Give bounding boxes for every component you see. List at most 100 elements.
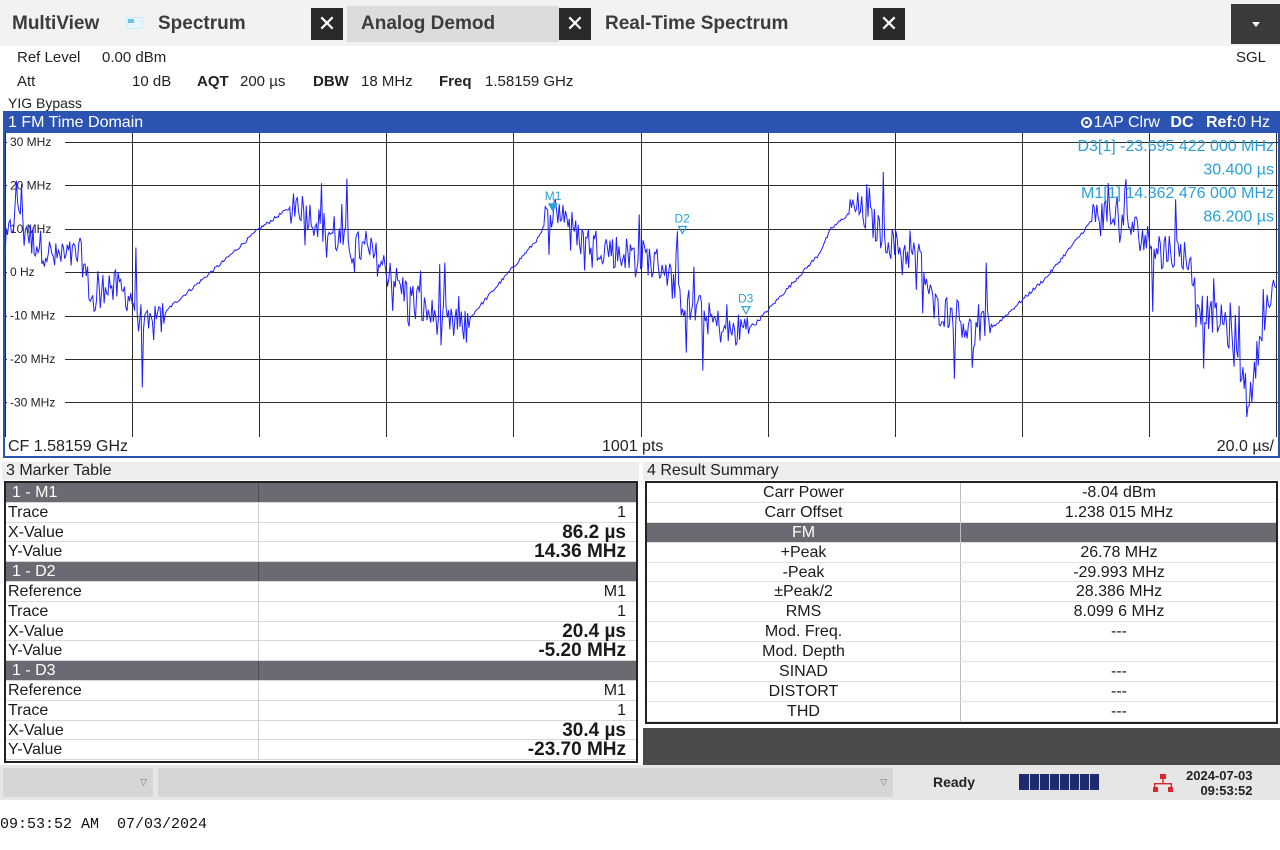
result-summary-row: -Peak -29.993 MHz: [647, 562, 1276, 583]
points-label: 1001 pts: [602, 438, 664, 455]
marker-row-value: 14.36 MHz: [534, 541, 626, 563]
status-dropdown-2[interactable]: ▽: [158, 768, 893, 797]
result-value: 28.386 MHz: [1075, 583, 1163, 601]
result-label: -Peak: [782, 563, 825, 581]
diagram-trace-info: 1AP Clrw DC Ref:0 Hz: [1080, 113, 1270, 133]
result-label: FM: [791, 523, 816, 541]
marker-row-label: Y-Value: [8, 642, 63, 660]
marker-readout-line: D3[1] -23.695 422 000 MHz: [1077, 138, 1274, 155]
result-value: -29.993 MHz: [1073, 563, 1165, 581]
status-date: 2024-07-03: [1186, 768, 1253, 783]
y-tick-label: -20 MHz: [10, 352, 55, 366]
network-icon[interactable]: [1153, 774, 1173, 792]
marker-table-row: X-Value 20.4 µs: [6, 620, 636, 642]
close-spectrum-tab-button[interactable]: ✕: [311, 8, 343, 40]
marker-table[interactable]: 1 - M1 Trace 1 X-Value 86.2 µs Y-Value 14.36 M…: [4, 481, 638, 763]
progress-indicator: [1019, 774, 1099, 790]
result-summary-row: THD ---: [647, 701, 1276, 722]
time-per-div-label: 20.0 µs/: [1216, 438, 1274, 455]
aqt-value: 200 µs: [240, 73, 286, 90]
result-label: SINAD: [779, 663, 828, 681]
marker-d2-label: D2: [674, 211, 690, 225]
marker-row-value: 1: [617, 602, 626, 620]
marker-row-value: 86.2 µs: [562, 521, 626, 543]
marker-row-value: 30.4 µs: [562, 719, 626, 741]
ref-label: Ref:: [1205, 114, 1238, 131]
close-real-time-tab-button[interactable]: ✕: [873, 8, 905, 40]
marker-m1-symbol: [547, 203, 558, 213]
result-summary-row: +Peak 26.78 MHz: [647, 542, 1276, 563]
marker-m1-label: M1: [545, 189, 562, 203]
marker-row-label: X-Value: [8, 523, 64, 541]
marker-table-row: Reference M1: [6, 680, 636, 701]
marker-table-row: Y-Value 14.36 MHz: [6, 541, 636, 563]
result-group-header: FM: [647, 522, 1276, 543]
marker-table-row: Reference M1: [6, 581, 636, 602]
trace-mode: 1AP Clrw: [1093, 114, 1160, 131]
freq-label: Freq: [439, 73, 472, 90]
marker-row-label: Reference: [8, 582, 82, 600]
result-summary-title: 4 Result Summary: [643, 462, 1280, 480]
marker-table-row: X-Value 86.2 µs: [6, 521, 636, 543]
marker-row-label: X-Value: [8, 721, 64, 739]
marker-row-label: Trace: [8, 503, 49, 521]
result-label: ±Peak/2: [774, 583, 833, 601]
result-label: RMS: [785, 603, 822, 621]
menu-dropdown-button[interactable]: [1231, 4, 1280, 44]
diagram-title: 1 FM Time Domain: [8, 114, 144, 131]
fm-time-domain-chart[interactable]: 30 MHz20 MHz10 MHz0 Hz-10 MHz-20 MHz-30 …: [5, 133, 1278, 437]
marker-group-header: 1 - D3: [6, 661, 636, 681]
marker-readout-line: 30.400 µs: [1203, 162, 1274, 179]
chevron-down-icon: [1251, 22, 1260, 27]
marker-d3-symbol: [740, 306, 752, 315]
tab-real-time-spectrum[interactable]: Real-Time Spectrum: [605, 6, 788, 42]
result-summary-row: Carr Offset 1.238 015 MHz: [647, 502, 1276, 523]
result-summary-row: Mod. Depth: [647, 642, 1276, 663]
marker-row-label: Reference: [8, 681, 82, 699]
trace-record-icon: [1080, 117, 1092, 128]
marker-group-header: 1 - M1: [6, 483, 636, 503]
close-analog-demod-tab-button[interactable]: ✕: [559, 8, 591, 40]
result-value: 26.78 MHz: [1080, 543, 1158, 561]
clock-date: 07/03/2024: [117, 816, 208, 833]
result-value: ---: [1111, 702, 1127, 720]
marker-row-value: -23.70 MHz: [527, 739, 626, 761]
marker-readout-line: M1[1] 14.362 476 000 MHz: [1081, 185, 1274, 202]
result-label: DISTORT: [768, 682, 839, 700]
aqt-label: AQT: [197, 73, 229, 90]
clock: 09:53:52 AM 07/03/2024: [0, 816, 207, 833]
tab-spectrum[interactable]: Spectrum: [158, 6, 246, 42]
att-label: Att: [17, 73, 36, 90]
result-summary-row: Carr Power -8.04 dBm: [647, 483, 1276, 503]
marker-d3-label: D3: [738, 292, 754, 306]
ref-value: 0 Hz: [1237, 114, 1270, 131]
result-label: +Peak: [780, 543, 827, 561]
marker-table-row: Y-Value -5.20 MHz: [6, 640, 636, 662]
result-label: Mod. Freq.: [764, 623, 843, 641]
result-summary-empty-area: [643, 728, 1280, 765]
marker-row-value: -5.20 MHz: [538, 640, 626, 662]
status-bar: ▽ ▽ Ready 2024-07-03 09:53:52: [0, 765, 1280, 800]
tab-analog-demod[interactable]: Analog Demod: [347, 6, 559, 42]
dbw-value: 18 MHz: [361, 73, 413, 90]
marker-row-value: 20.4 µs: [562, 620, 626, 642]
result-value: 1.238 015 MHz: [1064, 503, 1174, 521]
result-label: Mod. Depth: [762, 643, 845, 661]
yig-bypass-label: YIG Bypass: [8, 95, 82, 111]
ref-level-label: Ref Level: [17, 49, 81, 66]
result-summary-table[interactable]: Carr Power -8.04 dBm Carr Offset 1.238 015 …: [645, 481, 1278, 724]
freq-value: 1.58159 GHz: [485, 73, 574, 90]
att-value: 10 dB: [132, 73, 172, 90]
result-summary-row: RMS 8.099 6 MHz: [647, 602, 1276, 623]
fm-time-domain-window[interactable]: 1 FM Time Domain 1AP Clrw DC Ref:0 Hz 30…: [3, 111, 1280, 458]
diagram-title-bar: 1 FM Time Domain 1AP Clrw DC Ref:0 Hz: [5, 113, 1278, 133]
sgl-indicator[interactable]: SGL: [1236, 49, 1266, 66]
status-dropdown-1[interactable]: ▽: [3, 768, 153, 797]
y-tick-label: 0 Hz: [10, 265, 35, 279]
marker-table-row: Trace 1: [6, 502, 636, 523]
result-value: 8.099 6 MHz: [1073, 603, 1165, 621]
tab-multiview[interactable]: MultiView: [12, 6, 99, 42]
result-summary-row: ±Peak/2 28.386 MHz: [647, 582, 1276, 603]
dbw-label: DBW: [313, 73, 349, 90]
result-label: Carr Offset: [764, 503, 843, 521]
